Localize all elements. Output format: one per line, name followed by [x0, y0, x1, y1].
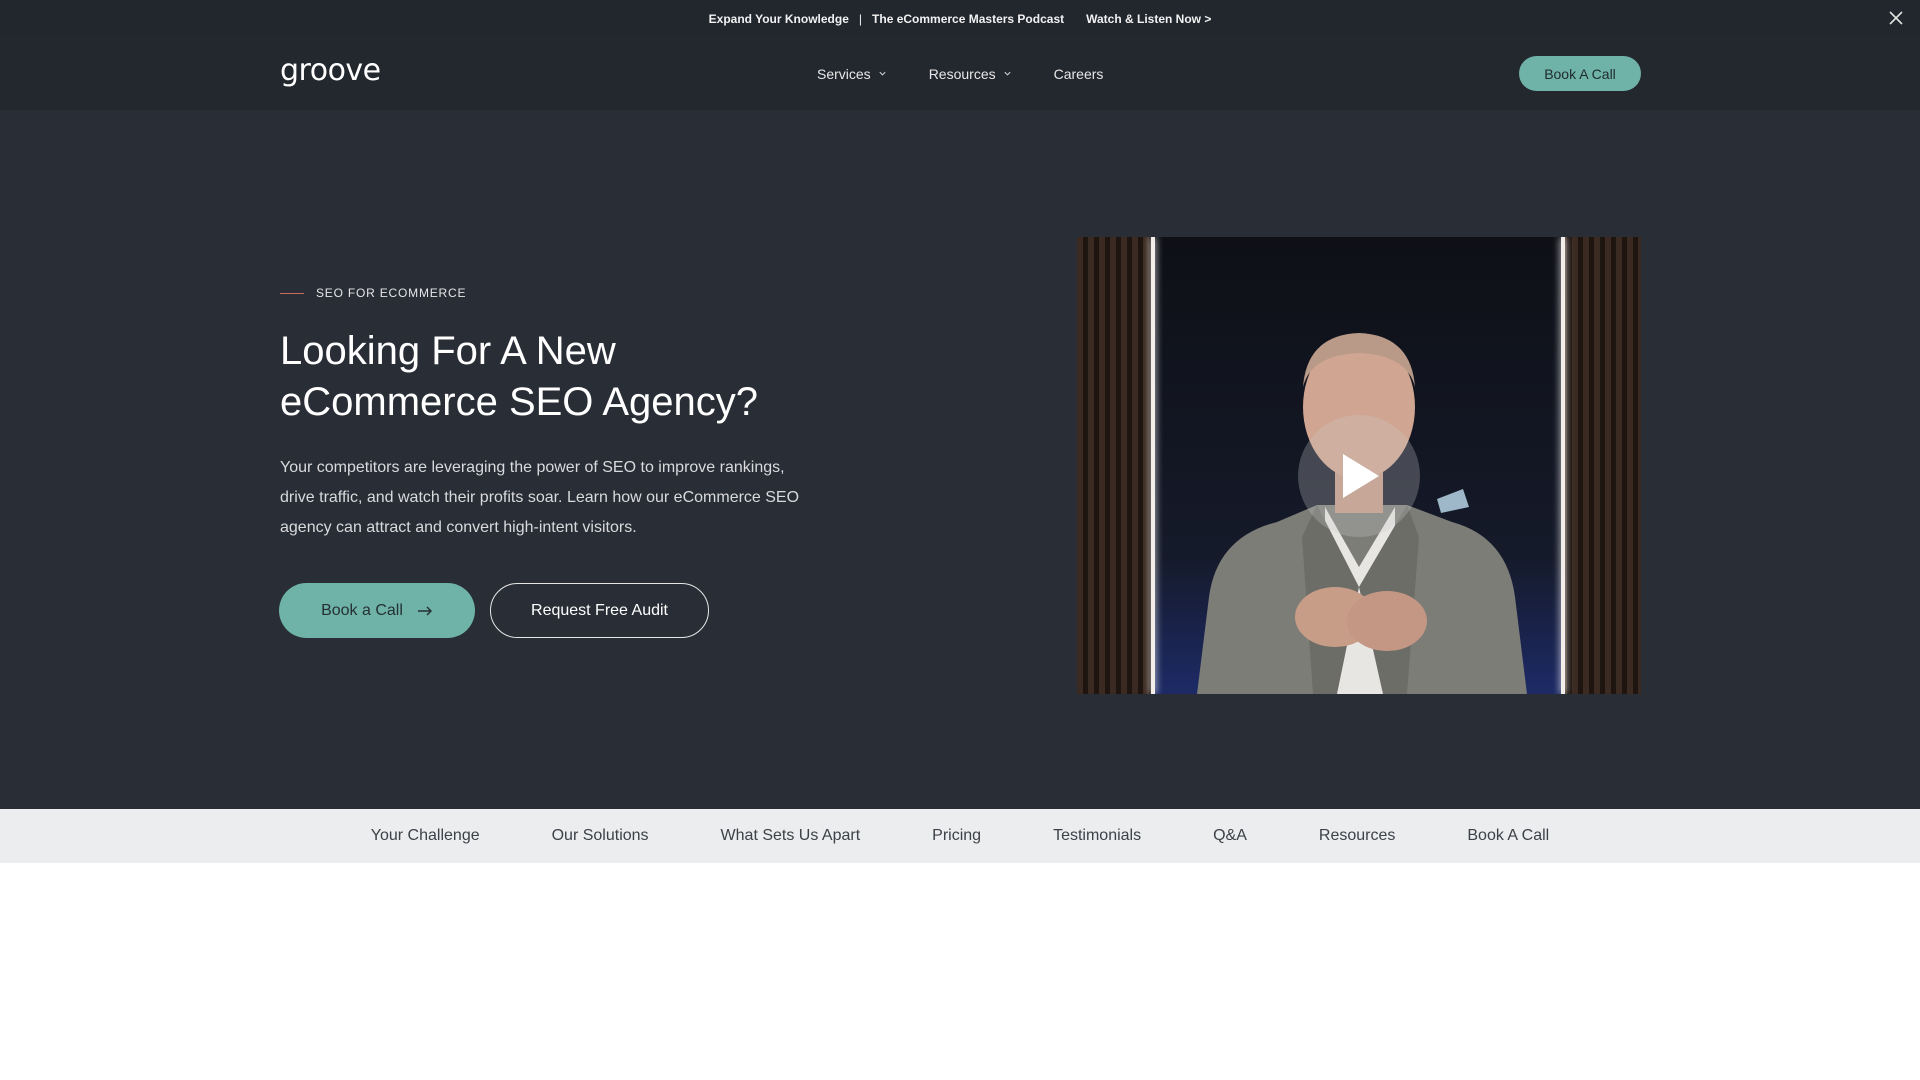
- arrow-right-icon: [417, 606, 432, 615]
- subnav-pricing[interactable]: Pricing: [932, 827, 981, 845]
- nav-item-careers[interactable]: Careers: [1054, 66, 1104, 82]
- hero-title: Looking For A New eCommerce SEO Agency?: [280, 329, 758, 424]
- hero-section: SEO FOR ECOMMERCE Looking For A New eCom…: [0, 110, 1920, 809]
- subnav-our-solutions[interactable]: Our Solutions: [552, 827, 649, 845]
- announcement-podcast-title: The eCommerce Masters Podcast: [872, 11, 1065, 26]
- book-a-call-button[interactable]: Book a Call: [279, 583, 475, 638]
- eyebrow-label: SEO FOR ECOMMERCE: [316, 286, 467, 300]
- request-free-audit-button[interactable]: Request Free Audit: [490, 583, 709, 638]
- subnav-your-challenge[interactable]: Your Challenge: [371, 827, 480, 845]
- nav-item-label: Careers: [1053, 65, 1104, 82]
- groove-logo[interactable]: groove: [280, 53, 381, 88]
- section-subnav: Your Challenge Our Solutions What Sets U…: [0, 809, 1920, 863]
- close-icon[interactable]: [1886, 8, 1906, 28]
- nav-item-services[interactable]: Services: [817, 66, 887, 82]
- play-button[interactable]: [1298, 415, 1420, 537]
- main-nav: Services Resources Careers: [817, 37, 1103, 110]
- chevron-down-icon: [1004, 71, 1011, 76]
- announcement-separator: |: [858, 11, 863, 26]
- hero-description: Your competitors are leveraging the powe…: [280, 459, 800, 536]
- announcement-left: Expand Your Knowledge: [708, 11, 849, 26]
- nav-item-label: Resources: [928, 65, 996, 82]
- hero-video[interactable]: [1077, 237, 1641, 694]
- hero-eyebrow: SEO FOR ECOMMERCE: [280, 286, 466, 300]
- subnav-testimonials[interactable]: Testimonials: [1053, 827, 1141, 845]
- nav-item-resources[interactable]: Resources: [929, 66, 1012, 82]
- subnav-what-sets-us-apart[interactable]: What Sets Us Apart: [721, 827, 861, 845]
- book-a-call-label: Book a Call: [321, 601, 403, 619]
- subnav-resources[interactable]: Resources: [1319, 827, 1395, 845]
- nav-item-label: Services: [817, 65, 871, 82]
- announcement-cta-link[interactable]: Watch & Listen Now >: [1086, 12, 1211, 26]
- book-a-call-header-button[interactable]: Book A Call: [1519, 56, 1641, 91]
- chevron-down-icon: [879, 71, 886, 76]
- subnav-book-a-call[interactable]: Book A Call: [1467, 827, 1549, 845]
- play-icon: [1343, 454, 1379, 498]
- subnav-qa[interactable]: Q&A: [1213, 827, 1247, 845]
- eyebrow-dash: [280, 292, 304, 294]
- site-header: groove Services Resources Careers Book A…: [0, 37, 1920, 110]
- announcement-bar: Expand Your Knowledge | The eCommerce Ma…: [0, 0, 1920, 37]
